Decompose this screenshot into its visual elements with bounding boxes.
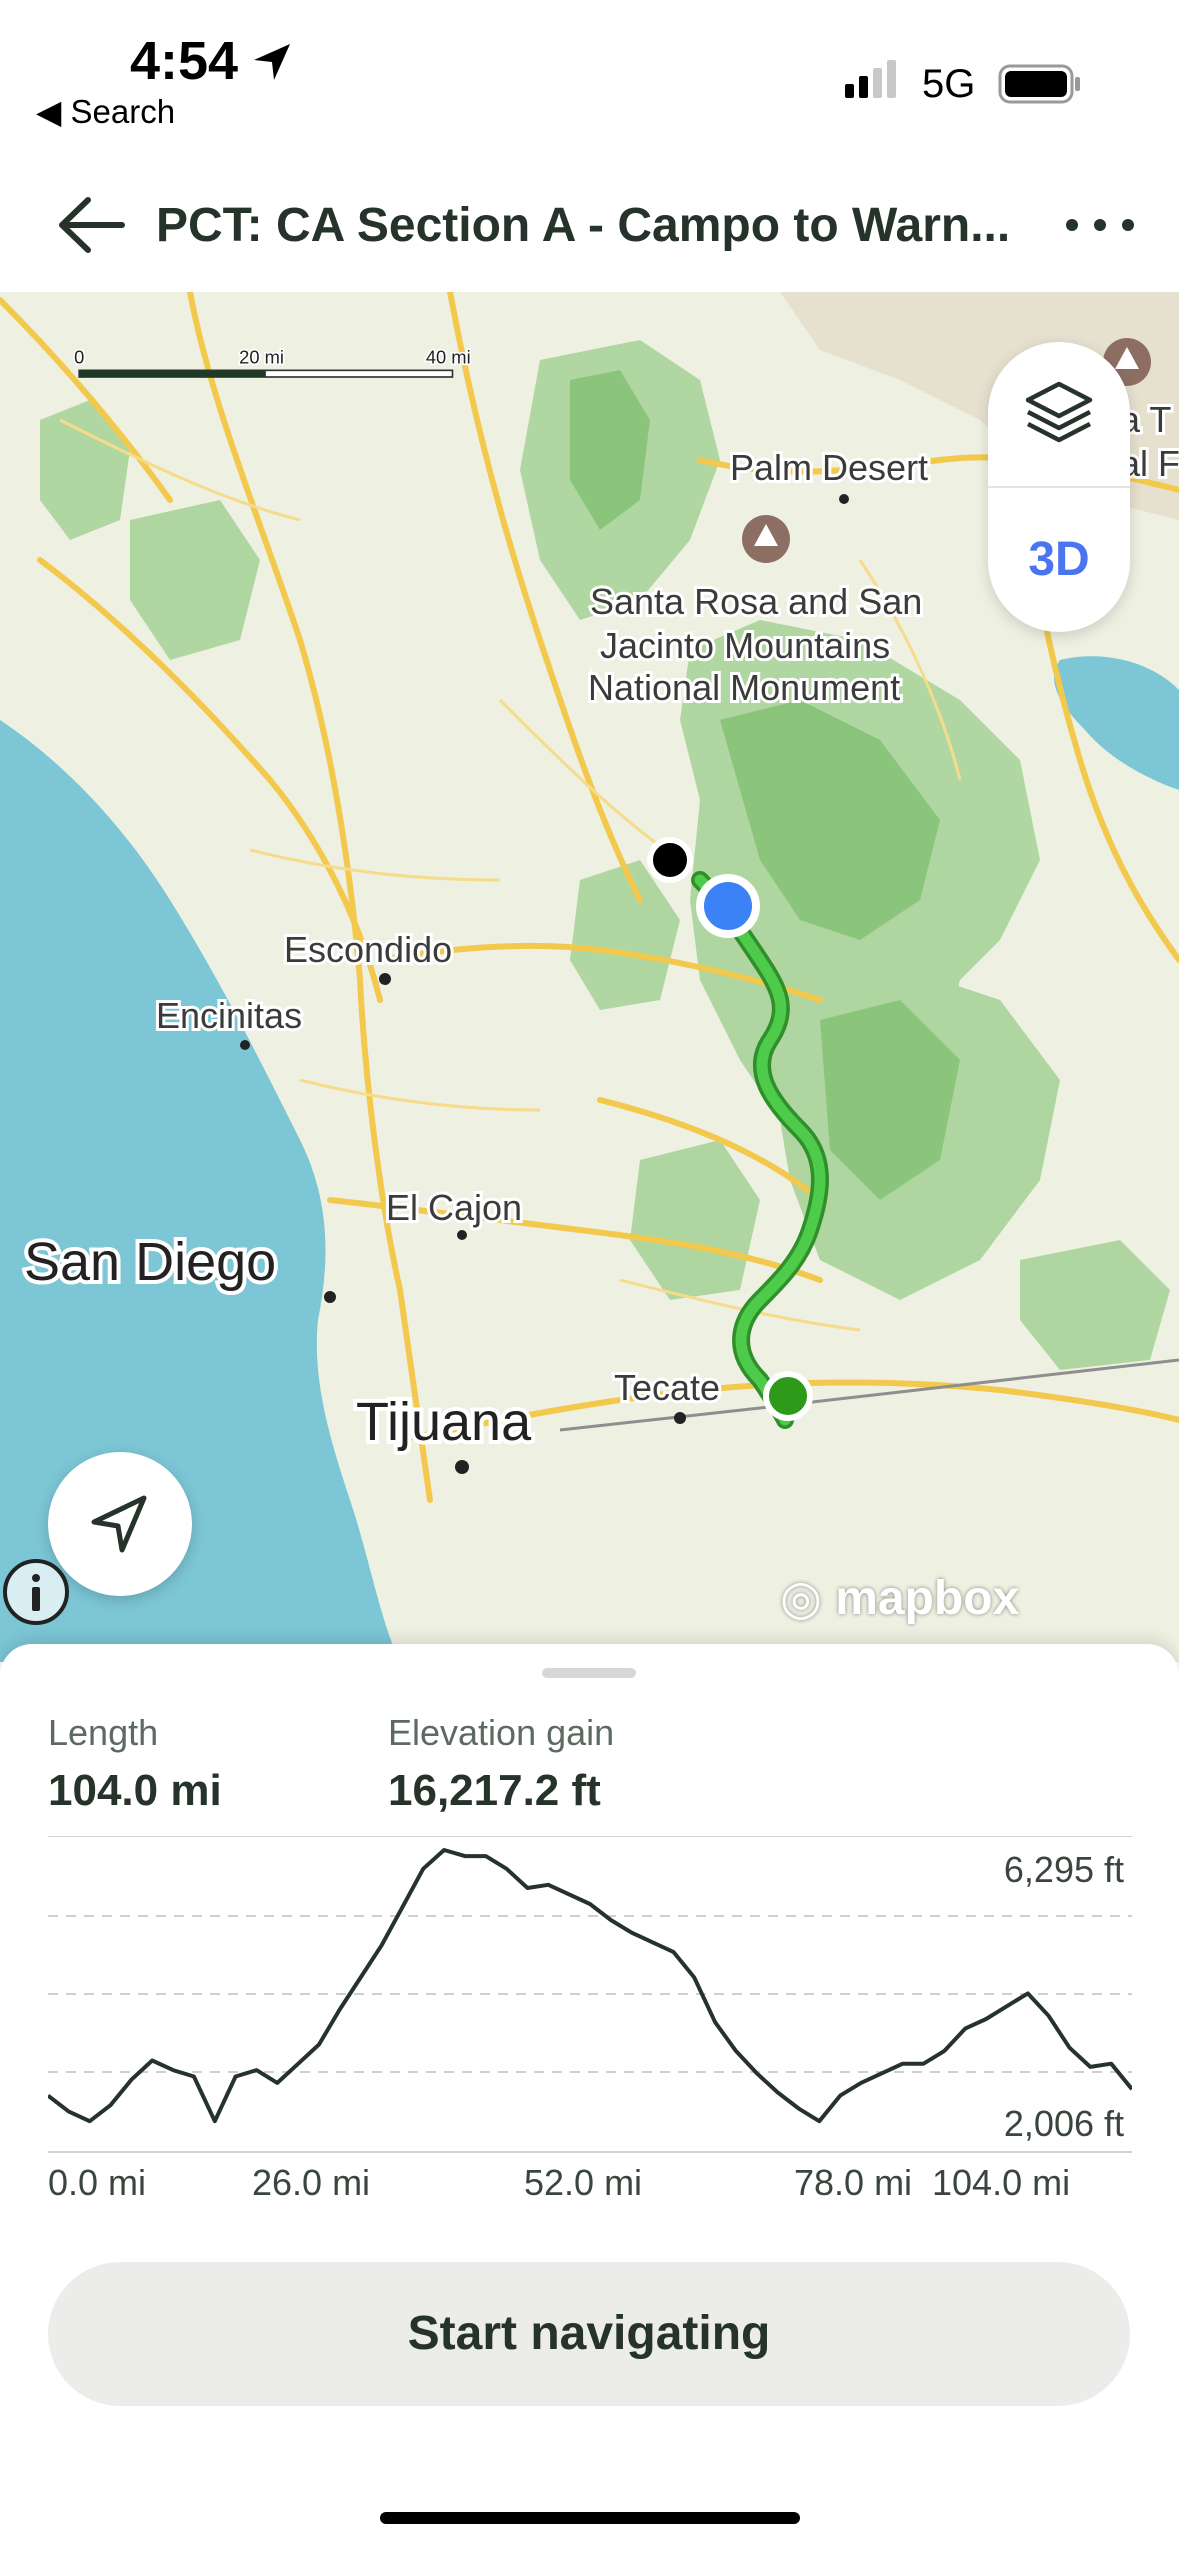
current-location-marker	[696, 874, 760, 938]
y-max-label: 6,295 ft	[1004, 1849, 1124, 1890]
map-scale-bar: 0 20 mi 40 mi	[73, 345, 472, 378]
location-arrow-icon	[254, 44, 290, 80]
map-controls-panel: 3D	[988, 342, 1130, 632]
elevation-series-line	[48, 1848, 1132, 2124]
mapbox-logo-icon: ◎	[780, 1572, 822, 1625]
map-label-palm-desert: Palm Desert	[730, 447, 928, 488]
x-tick-label: 104.0 mi	[932, 2162, 1071, 2203]
trail-start-marker	[763, 1371, 813, 1421]
x-tick-label: 0.0 mi	[48, 2162, 147, 2203]
more-options-icon[interactable]	[1060, 200, 1140, 250]
home-indicator	[380, 2512, 800, 2524]
map-label-encinitas: Encinitas	[156, 995, 302, 1036]
cellular-signal-icon	[845, 60, 896, 98]
elevation-gain-value: 16,217.2 ft	[388, 1766, 601, 1815]
info-icon[interactable]	[0, 1556, 72, 1628]
status-time: 4:54	[130, 31, 239, 91]
scale-tick-40: 40 mi	[426, 347, 471, 368]
back-to-search-link[interactable]: ◀ Search	[36, 92, 175, 131]
x-tick-label: 26.0 mi	[252, 2162, 371, 2203]
map-label-escondido: Escondido	[284, 929, 452, 970]
park-poi-icon	[742, 515, 790, 563]
x-tick-label: 52.0 mi	[524, 2162, 643, 2203]
map-label-el-cajon: El Cajon	[386, 1187, 522, 1228]
scale-tick-20: 20 mi	[239, 347, 284, 368]
status-bar: 4:54 ◀ Search 5G	[0, 0, 1179, 150]
length-value: 104.0 mi	[48, 1766, 222, 1815]
y-min-label: 2,006 ft	[1004, 2103, 1124, 2144]
mapbox-attribution[interactable]: ◎ mapbox	[780, 1570, 1019, 1640]
map-label-monument-line1: Santa Rosa and San	[590, 581, 922, 622]
trail-end-marker	[647, 837, 693, 883]
map-label-tecate: Tecate	[614, 1367, 720, 1408]
elevation-profile-chart[interactable]: 6,295 ft 2,006 ft	[48, 1836, 1132, 2176]
layers-icon[interactable]	[988, 342, 1130, 487]
elevation-gain-label: Elevation gain	[388, 1712, 615, 1753]
3d-toggle-button[interactable]: 3D	[988, 488, 1130, 632]
battery-icon	[998, 64, 1080, 104]
length-label: Length	[48, 1712, 159, 1753]
trail-header: PCT: CA Section A - Campo to Warn...	[0, 150, 1179, 292]
map-label-monument-line2: Jacinto Mountains	[600, 625, 890, 666]
map-label-monument-line3: National Monument	[588, 667, 900, 708]
network-type: 5G	[922, 62, 976, 106]
start-navigating-button[interactable]: Start navigating	[48, 2262, 1130, 2406]
mapbox-logo-text: mapbox	[835, 1572, 1020, 1625]
back-arrow-icon[interactable]	[50, 190, 140, 260]
trail-map[interactable]: Palm Desert Santa Rosa and San Jacinto M…	[0, 292, 1179, 1662]
map-label-tijuana: Tijuana	[356, 1392, 532, 1452]
scale-tick-0: 0	[74, 347, 84, 368]
map-label-san-diego: San Diego	[24, 1232, 276, 1292]
x-tick-label: 78.0 mi	[794, 2162, 913, 2203]
page-title: PCT: CA Section A - Campo to Warn...	[156, 199, 1011, 252]
sheet-drag-handle[interactable]	[542, 1668, 636, 1678]
